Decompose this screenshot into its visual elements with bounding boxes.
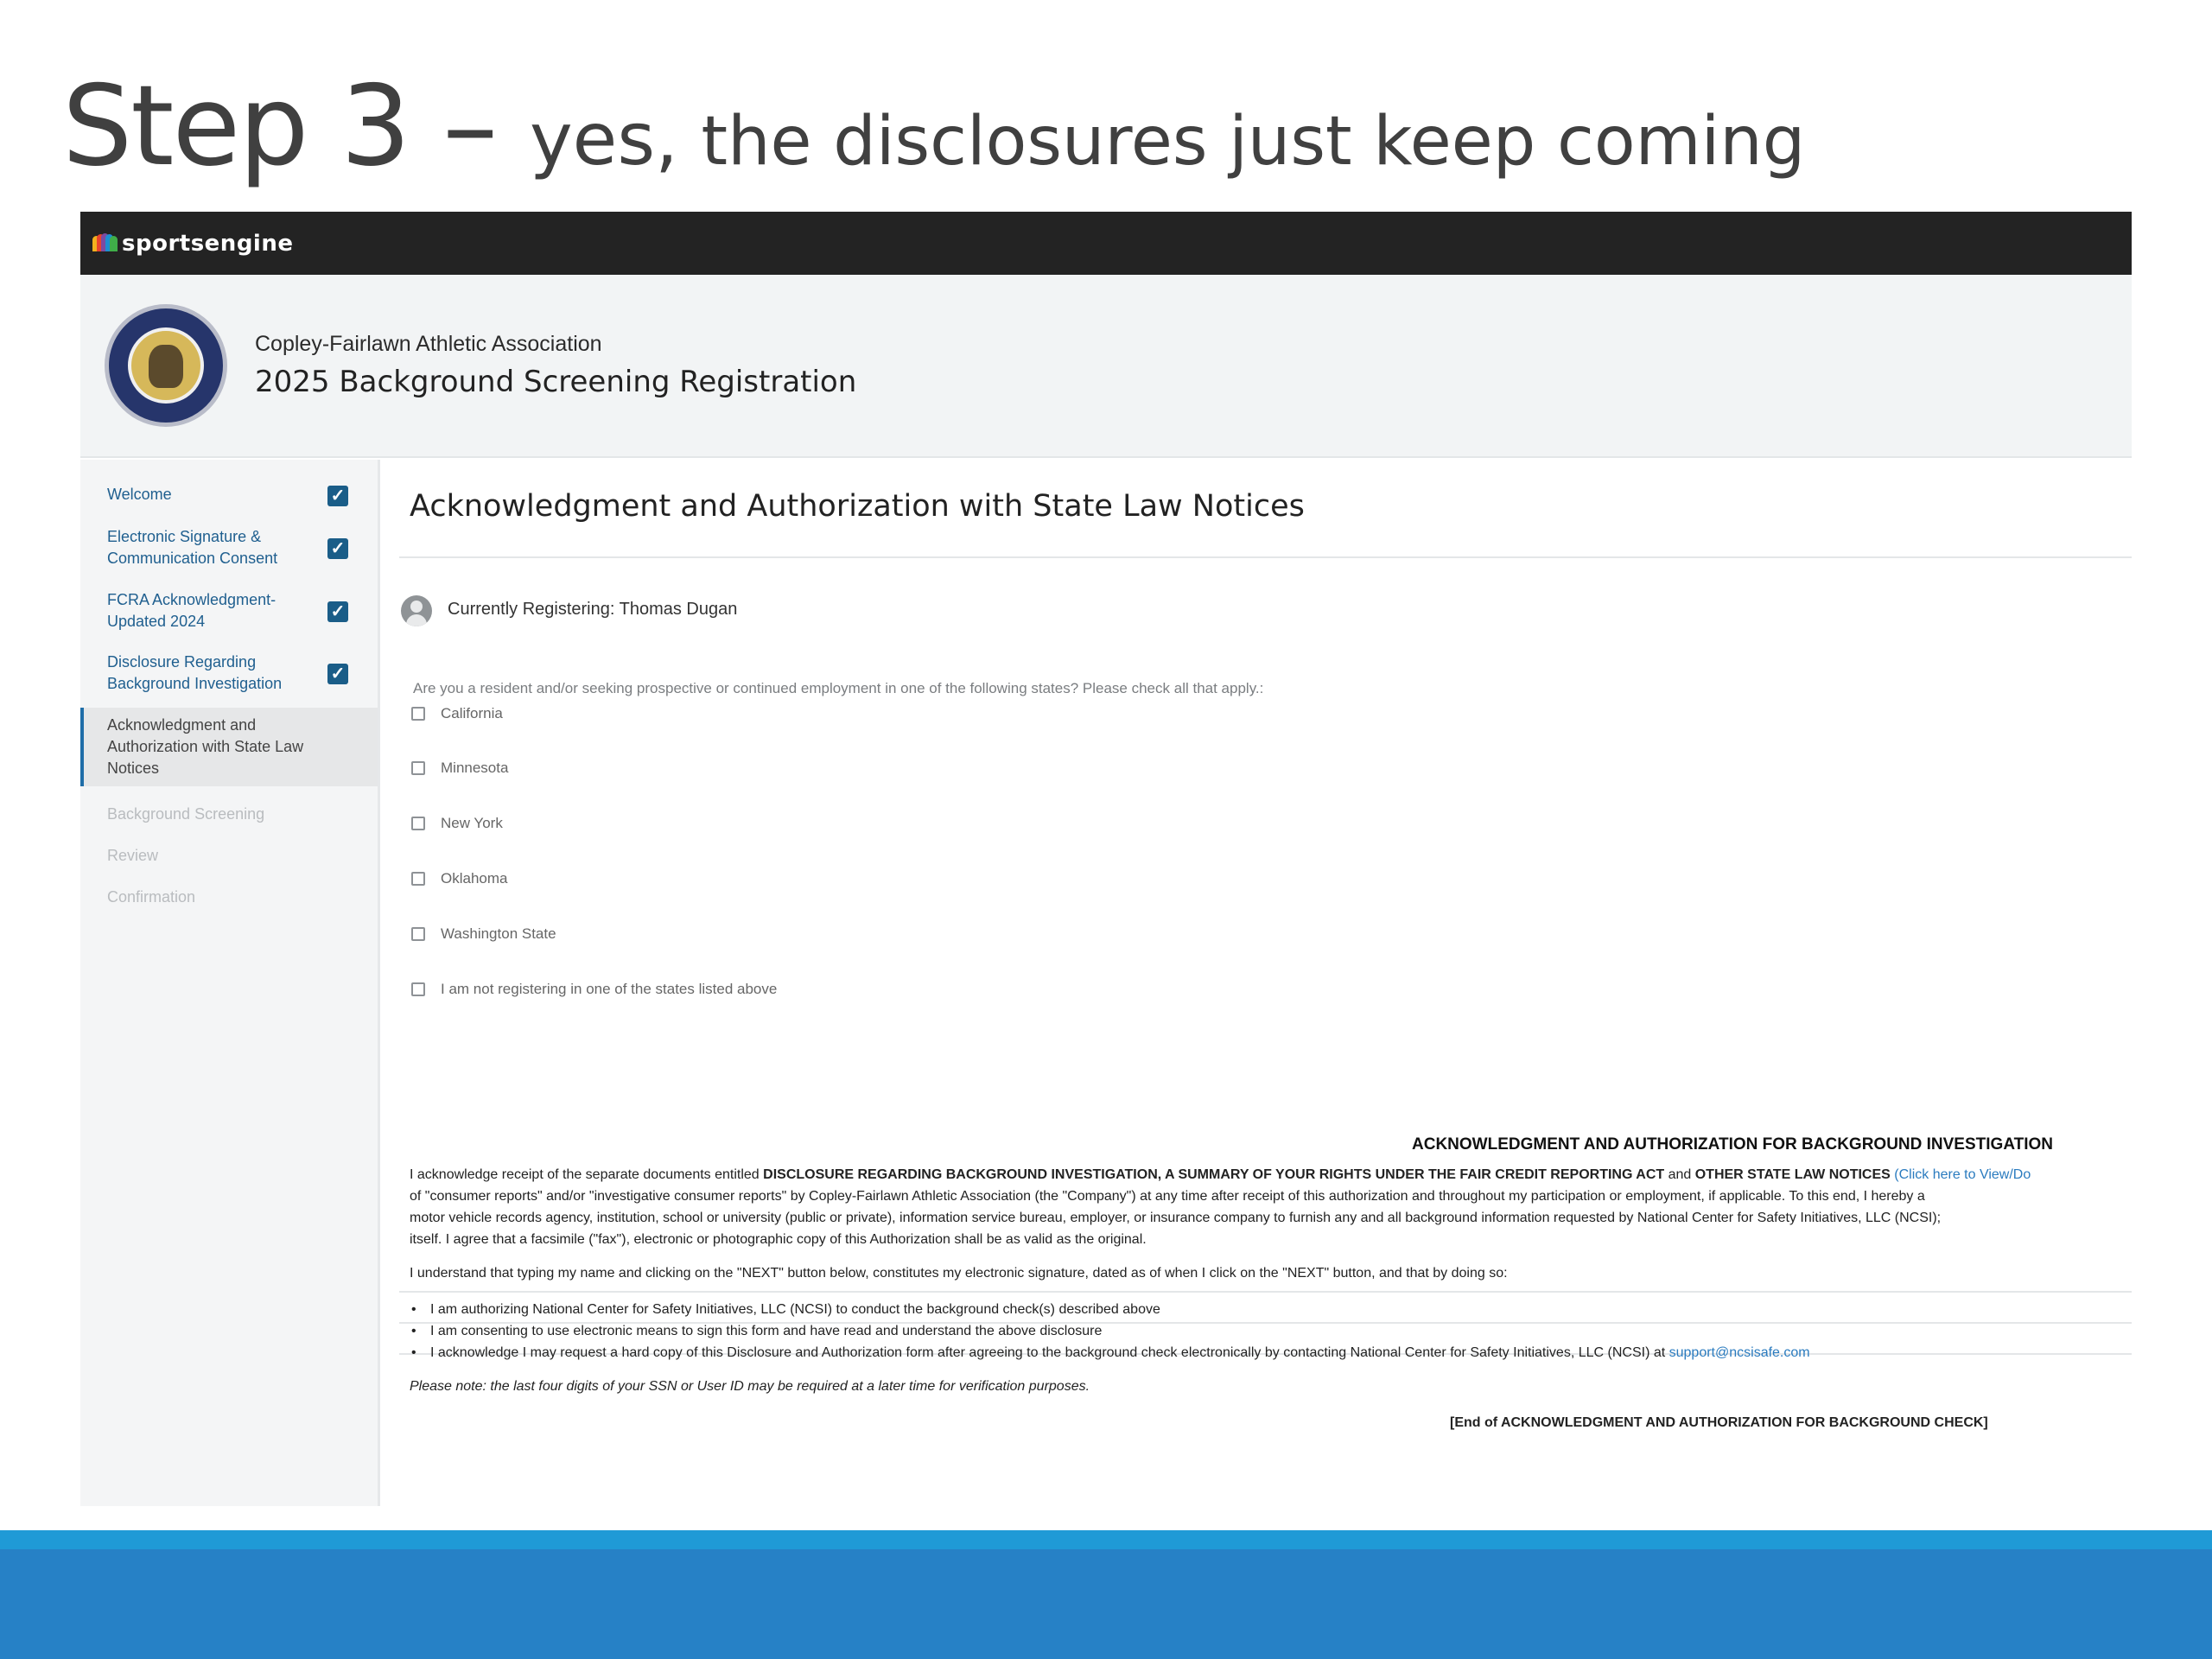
- acknowledgment-title: ACKNOWLEDGMENT AND AUTHORIZATION FOR BAC…: [1412, 1135, 2054, 1154]
- screenshot-frame: sportsengine Copley-Fairlawn Athletic As…: [80, 212, 2132, 1506]
- slide-title-rest: the disclosures just keep coming: [701, 103, 1806, 181]
- list-item: I am authorizing National Center for Saf…: [410, 1299, 1810, 1320]
- sidebar-item-label: Acknowledgment and: [107, 716, 257, 734]
- slide-title: Step 3 – yes, the disclosures just keep …: [62, 62, 1805, 191]
- list-item: I am consenting to use electronic means …: [410, 1320, 1810, 1342]
- sidebar-item-welcome[interactable]: Welcome ✓: [80, 484, 378, 506]
- list-item: I acknowledge I may request a hard copy …: [410, 1342, 1810, 1363]
- sidebar-item-acknowledgment[interactable]: Acknowledgment and Authorization with St…: [80, 708, 378, 786]
- para-text: motor vehicle records agency, institutio…: [410, 1211, 1942, 1225]
- check-icon: ✓: [327, 538, 348, 559]
- para-text: and: [1664, 1167, 1695, 1182]
- org-name: Copley-Fairlawn Athletic Association: [255, 332, 602, 356]
- org-header: Copley-Fairlawn Athletic Association 202…: [80, 275, 2132, 458]
- top-bar: sportsengine: [80, 212, 2132, 275]
- para-bold: OTHER STATE LAW NOTICES: [1694, 1167, 1891, 1182]
- sidebar: Welcome ✓ Electronic Signature & Communi…: [80, 460, 380, 1506]
- view-documents-link[interactable]: (Click here to View/Do: [1891, 1167, 2031, 1182]
- sidebar-item-disclosure[interactable]: Disclosure Regarding Background Investig…: [80, 652, 378, 695]
- acknowledgment-section: ACKNOWLEDGMENT AND AUTHORIZATION FOR BAC…: [380, 460, 2132, 1506]
- sidebar-item-esign[interactable]: Electronic Signature & Communication Con…: [80, 526, 378, 569]
- check-icon: ✓: [327, 664, 348, 684]
- para-text: of "consumer reports" and/or "investigat…: [410, 1189, 1925, 1204]
- check-icon: ✓: [327, 486, 348, 506]
- sidebar-item-review: Review: [80, 845, 378, 867]
- sidebar-item-confirmation: Confirmation: [80, 887, 378, 908]
- sidebar-item-background-screening: Background Screening: [80, 804, 378, 825]
- consent-text: I understand that typing my name and cli…: [410, 1266, 1508, 1281]
- bullet-text: I acknowledge I may request a hard copy …: [430, 1345, 1669, 1360]
- footer-band-light: [0, 1530, 2212, 1549]
- end-marker: [End of ACKNOWLEDGMENT AND AUTHORIZATION…: [1450, 1415, 1988, 1430]
- org-logo: [105, 304, 227, 427]
- footer-band-dark: [0, 1549, 2212, 1659]
- sidebar-item-label: Authorization with State Law: [107, 738, 304, 755]
- sportsengine-logo-icon: [92, 232, 118, 253]
- support-email-link[interactable]: support@ncsisafe.com: [1669, 1345, 1810, 1360]
- sidebar-item-label: Notices: [107, 760, 160, 777]
- para-bold: DISCLOSURE REGARDING BACKGROUND INVESTIG…: [763, 1167, 1665, 1182]
- sidebar-item-label: Review: [107, 847, 159, 864]
- sidebar-item-fcra[interactable]: FCRA Acknowledgment- Updated 2024 ✓: [80, 589, 378, 632]
- registration-title: 2025 Background Screening Registration: [255, 365, 857, 399]
- slide-title-yes: yes,: [529, 97, 702, 181]
- slide-title-step: Step 3 –: [62, 62, 530, 191]
- brand-name[interactable]: sportsengine: [122, 231, 294, 257]
- para-text: itself. I agree that a facsimile ("fax")…: [410, 1232, 1147, 1247]
- consent-bullets: I am authorizing National Center for Saf…: [410, 1299, 1810, 1363]
- sidebar-item-label: Background Screening: [107, 805, 265, 823]
- acknowledgment-paragraph: I acknowledge receipt of the separate do…: [410, 1164, 2132, 1250]
- sidebar-item-label: Confirmation: [107, 888, 196, 906]
- para-text: I acknowledge receipt of the separate do…: [410, 1167, 764, 1182]
- check-icon: ✓: [327, 601, 348, 622]
- verification-note: Please note: the last four digits of you…: [410, 1379, 1090, 1394]
- mascot-icon: [149, 345, 183, 388]
